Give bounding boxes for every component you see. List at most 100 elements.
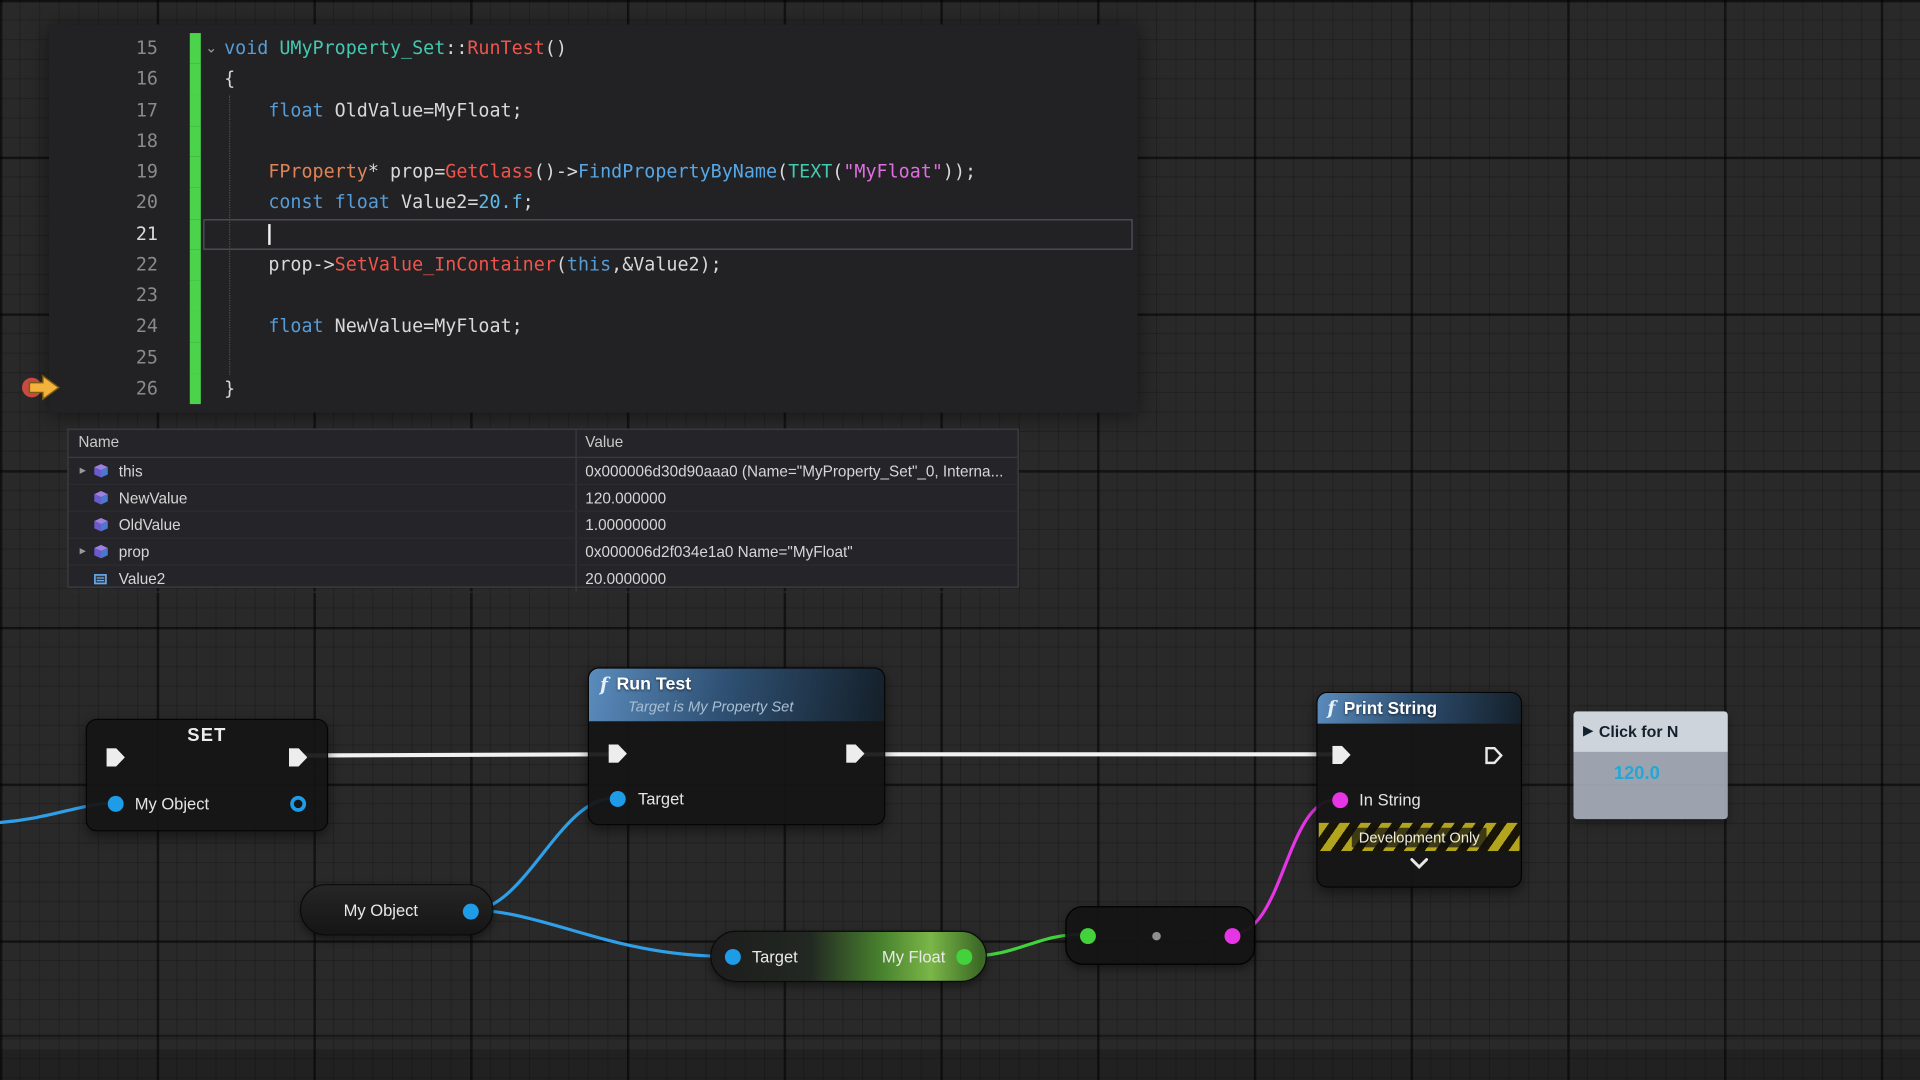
code-line-15[interactable]: 15 ⌄void UMyProperty_Set::RunTest() (49, 33, 1138, 64)
object-in-pin[interactable] (108, 796, 124, 812)
variable-type-icon (93, 571, 111, 586)
play-icon: ▶ (1583, 725, 1592, 738)
line-number: 22 (49, 249, 190, 280)
fold-chevron-icon[interactable]: ⌄ (201, 33, 222, 64)
my-object-variable-node[interactable]: My Object (300, 884, 493, 935)
code-line-23[interactable]: 23 (49, 280, 1138, 311)
watch-column-value[interactable]: Value (577, 430, 1018, 457)
exec-in-pin-icon[interactable] (107, 748, 125, 766)
watch-row-this[interactable]: ▸this0x000006d30d90aaa0 (Name="MyPropert… (69, 458, 1018, 485)
code-line-16[interactable]: 16{ (49, 64, 1138, 95)
code-lines: 15 ⌄void UMyProperty_Set::RunTest()16{17 … (49, 33, 1138, 404)
variable-value: 20.0000000 (577, 566, 1018, 592)
graph-divider-line (0, 1035, 1920, 1037)
run-test-node[interactable]: f Run Test Target is My Property Set Tar… (588, 667, 886, 825)
getter-target-label: Target (752, 947, 798, 965)
code-line-25[interactable]: 25 (49, 342, 1138, 373)
my-float-getter-node[interactable]: Target My Float (710, 931, 987, 982)
exec-out-hollow-pin-icon[interactable] (1484, 746, 1504, 766)
current-statement-arrow-icon[interactable] (20, 371, 64, 404)
conversion-dot-icon (1152, 931, 1161, 940)
bubble-header[interactable]: ▶ Click for N (1573, 711, 1727, 751)
watch-name-cell: NewValue (69, 485, 577, 511)
string-out-pin[interactable] (1224, 928, 1240, 944)
float-to-string-conversion-node[interactable] (1065, 906, 1255, 965)
change-tracking-bar (190, 249, 201, 280)
line-number: 24 (49, 311, 190, 342)
code-line-20[interactable]: 20 const float Value2=20.f; (49, 188, 1138, 219)
code-line-24[interactable]: 24 float NewValue=MyFloat; (49, 311, 1138, 342)
bubble-label: Click for N (1599, 722, 1679, 740)
code-line-22[interactable]: 22 prop->SetValue_InContainer(this,&Valu… (49, 249, 1138, 280)
line-number: 20 (49, 188, 190, 219)
variable-name: OldValue (119, 516, 181, 533)
code-line-26[interactable]: 26} (49, 373, 1138, 404)
expand-triangle-icon[interactable]: ▸ (75, 464, 91, 477)
debug-value-bubble[interactable]: ▶ Click for N 120.0 (1573, 711, 1727, 819)
exec-out-pin-icon[interactable] (289, 748, 307, 766)
set-node[interactable]: SET My Object (86, 719, 328, 832)
float-out-pin[interactable] (956, 948, 972, 964)
code-line-19[interactable]: 19 FProperty* prop=GetClass()->FindPrope… (49, 157, 1138, 188)
object-out-pin[interactable] (463, 903, 479, 919)
set-node-title: SET (87, 725, 327, 746)
function-icon: f (600, 673, 608, 695)
object-wire-myobject-to-getter[interactable] (473, 910, 728, 957)
run-test-title: Run Test (616, 675, 691, 695)
fold-column (201, 311, 222, 342)
change-tracking-bar (190, 64, 201, 95)
expand-chevron-icon[interactable] (1409, 857, 1429, 870)
text-caret (268, 223, 270, 244)
change-tracking-bar (190, 33, 201, 64)
fold-column (201, 95, 222, 126)
in-string-pin[interactable] (1332, 792, 1348, 808)
print-string-node[interactable]: f Print String In String Development Onl… (1316, 692, 1522, 888)
line-number: 25 (49, 342, 190, 373)
fold-column (201, 342, 222, 373)
fold-column (201, 157, 222, 188)
change-tracking-bar (190, 95, 201, 126)
watch-row-prop[interactable]: ▸prop0x000006d2f034e1a0 Name="MyFloat" (69, 539, 1018, 566)
code-text: } (222, 373, 236, 404)
variable-name: prop (119, 543, 150, 560)
code-text: float OldValue=MyFloat; (222, 95, 523, 126)
watch-row-OldValue[interactable]: OldValue1.00000000 (69, 512, 1018, 539)
blueprint-graph-canvas[interactable]: SET My Object f Run Test Target is My Pr… (0, 0, 1920, 1080)
target-in-pin[interactable] (725, 948, 741, 964)
bubble-value: 120.0 (1573, 752, 1727, 784)
float-in-pin[interactable] (1080, 928, 1096, 944)
line-number: 23 (49, 280, 190, 311)
variable-value: 0x000006d30d90aaa0 (Name="MyProperty_Set… (577, 458, 1018, 484)
watch-name-cell: ▸ prop (69, 539, 577, 565)
change-tracking-bar (190, 157, 201, 188)
object-out-pin[interactable] (290, 796, 306, 812)
run-test-header: f Run Test Target is My Property Set (589, 669, 884, 722)
code-line-21[interactable]: 21 (49, 219, 1138, 250)
watch-panel[interactable]: Name Value ▸this0x000006d30d90aaa0 (Name… (67, 429, 1018, 588)
code-text: prop->SetValue_InContainer(this,&Value2)… (222, 249, 722, 280)
exec-in-pin-icon[interactable] (1332, 746, 1350, 764)
fold-column (201, 64, 222, 95)
code-text (222, 219, 271, 250)
code-text: void UMyProperty_Set::RunTest() (222, 33, 567, 64)
exec-out-pin-icon[interactable] (846, 744, 864, 762)
watch-header: Name Value (69, 430, 1018, 458)
print-string-title: Print String (1344, 698, 1437, 718)
variable-name: NewValue (119, 489, 188, 506)
change-tracking-bar (190, 219, 201, 250)
code-line-17[interactable]: 17 float OldValue=MyFloat; (49, 95, 1138, 126)
function-icon: f (1327, 697, 1335, 719)
watch-column-name[interactable]: Name (69, 430, 577, 457)
variable-type-icon (93, 517, 111, 533)
target-pin[interactable] (610, 791, 626, 807)
code-editor-panel[interactable]: 15 ⌄void UMyProperty_Set::RunTest()16{17 … (49, 24, 1138, 412)
line-number: 15 (49, 33, 190, 64)
exec-wire-set-to-runtest[interactable] (302, 754, 611, 755)
watch-row-NewValue[interactable]: NewValue120.000000 (69, 485, 1018, 512)
watch-row-Value2[interactable]: Value220.0000000 (69, 566, 1018, 593)
expand-triangle-icon[interactable]: ▸ (75, 545, 91, 558)
code-text: FProperty* prop=GetClass()->FindProperty… (222, 157, 976, 188)
in-string-label: In String (1359, 791, 1421, 809)
exec-in-pin-icon[interactable] (609, 744, 627, 762)
code-line-18[interactable]: 18 (49, 126, 1138, 157)
